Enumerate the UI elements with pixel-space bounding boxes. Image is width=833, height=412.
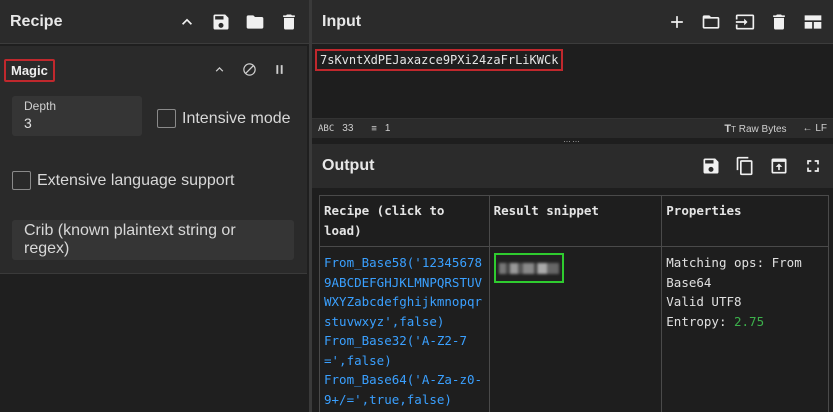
input-title: Input (322, 12, 362, 30)
replace-input-icon[interactable] (769, 156, 789, 176)
result-snippet (493, 253, 564, 283)
magic-results-table: Recipe (click to load) Result snippet Pr… (319, 195, 829, 412)
redacted-snippet (498, 263, 559, 274)
line-ending-toggle[interactable]: ← LF (803, 123, 827, 134)
raw-bytes-toggle[interactable]: TT Raw Bytes (724, 123, 786, 135)
crib-field[interactable]: Crib (known plaintext string or regex) (12, 220, 294, 260)
operation-title[interactable]: Magic (4, 59, 55, 82)
intensive-mode-checkbox[interactable] (157, 109, 176, 128)
raw-bytes-label: Raw Bytes (738, 123, 787, 135)
chevron-up-icon[interactable] (211, 61, 227, 77)
chevron-up-icon[interactable] (177, 12, 197, 32)
output-header: Output (312, 144, 833, 188)
crib-label: Crib (known plaintext string or regex) (24, 222, 236, 257)
resize-grip-icon[interactable]: …… (557, 136, 587, 144)
import-icon[interactable] (735, 12, 755, 32)
plus-icon[interactable] (667, 12, 687, 32)
header-result-snippet: Result snippet (488, 195, 663, 247)
entropy-label: Entropy: (666, 313, 734, 329)
pause-icon[interactable] (271, 61, 287, 77)
recipe-title: Recipe (10, 12, 63, 30)
copy-icon[interactable] (735, 156, 755, 176)
recipe-link-from-base64[interactable]: From_Base64('A-Za-z0-9+/=',true,false) (324, 370, 485, 409)
line-count: 1 (384, 123, 391, 134)
entropy-line: Entropy: 2.75 (666, 312, 824, 332)
recipe-cell: From_Base58('123456789ABCDEFGHJKLMNPQRST… (319, 246, 490, 412)
intensive-mode-label: Intensive mode (182, 109, 291, 127)
entropy-value: 2.75 (734, 313, 765, 329)
header-properties: Properties (661, 195, 829, 247)
valid-utf8: Valid UTF8 (666, 294, 742, 309)
magic-operation: Magic Depth 3 Intensive mode Extensive l… (0, 46, 307, 274)
recipe-link-from-base32[interactable]: From_Base32('A-Z2-7=',false) (324, 331, 485, 370)
header-recipe: Recipe (click to load) (319, 195, 490, 247)
disable-icon[interactable] (241, 61, 257, 77)
chars-icon: ABC (318, 123, 335, 134)
recipe-pane: Recipe Magic Depth 3 Intensive mode Exte… (0, 0, 309, 412)
recipe-link-from-base58[interactable]: From_Base58('123456789ABCDEFGHJKLMNPQRST… (324, 253, 485, 331)
extensive-language-option[interactable]: Extensive language support (12, 171, 234, 190)
lines-icon: ≡ (371, 123, 377, 134)
table-row: From_Base58('123456789ABCDEFGHJKLMNPQRST… (319, 246, 829, 412)
recipe-header: Recipe (0, 0, 309, 44)
folder-icon[interactable] (701, 12, 721, 32)
layout-icon[interactable] (803, 12, 823, 32)
depth-value[interactable]: 3 (24, 115, 130, 131)
folder-icon[interactable] (245, 12, 265, 32)
char-count: 33 (342, 123, 354, 134)
fullscreen-icon[interactable] (803, 156, 823, 176)
properties-cell: Matching ops: From Base64 Valid UTF8 Ent… (661, 246, 829, 412)
trash-icon[interactable] (279, 12, 299, 32)
matching-ops: Matching ops: From Base64 (666, 255, 802, 290)
input-header: Input (312, 0, 833, 44)
depth-field[interactable]: Depth 3 (12, 96, 142, 136)
output-title: Output (322, 157, 375, 174)
save-icon[interactable] (701, 156, 721, 176)
input-text[interactable]: 7sKvntXdPEJaxazce9PXi24zaFrLiKWCk (315, 49, 564, 71)
result-snippet-cell (488, 246, 663, 412)
save-icon[interactable] (211, 12, 231, 32)
depth-label: Depth (24, 99, 57, 113)
extensive-language-checkbox[interactable] (12, 171, 31, 190)
intensive-mode-option[interactable]: Intensive mode (157, 109, 291, 128)
input-textarea[interactable]: 7sKvntXdPEJaxazce9PXi24zaFrLiKWCk (312, 46, 833, 118)
trash-icon[interactable] (769, 12, 789, 32)
io-pane: Input 7sKvntXdPEJaxazce9PXi24zaFrLiKWCk … (312, 0, 833, 412)
line-ending-label: LF (815, 123, 827, 134)
extensive-language-label: Extensive language support (37, 171, 235, 189)
